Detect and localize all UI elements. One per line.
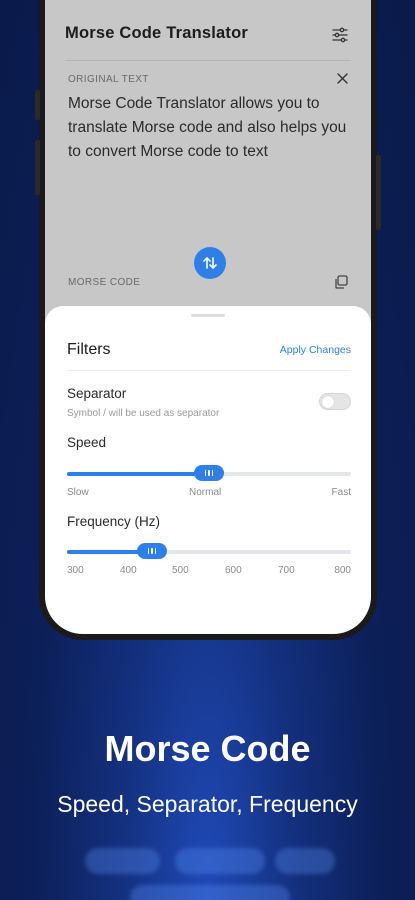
speed-slider-thumb[interactable]: [194, 465, 224, 481]
frequency-slider-thumb[interactable]: [137, 543, 168, 559]
speed-mark-fast: Fast: [331, 487, 351, 498]
frequency-tick-500: 500: [172, 565, 189, 576]
app-title: Morse Code Translator: [65, 24, 248, 42]
apply-changes-button[interactable]: Apply Changes: [280, 344, 351, 356]
morse-code-label: MORSE CODE: [68, 277, 141, 288]
decorative-glow: [175, 848, 265, 874]
speed-slider[interactable]: [67, 465, 351, 481]
frequency-tick-400: 400: [120, 565, 137, 576]
frequency-tick-300: 300: [67, 565, 84, 576]
phone-frame: Morse Code Translator ORIGINAL TEXT Mors…: [35, 0, 381, 640]
filters-sheet: Filters Apply Changes Separator Symbol /…: [45, 306, 371, 634]
close-icon[interactable]: [336, 72, 349, 85]
swap-icon: [203, 257, 217, 269]
speed-mark-slow: Slow: [67, 487, 89, 498]
original-text-label: ORIGINAL TEXT: [68, 74, 149, 85]
filter-settings-icon[interactable]: [331, 26, 349, 44]
decorative-glow: [275, 848, 335, 874]
frequency-tick-600: 600: [225, 565, 242, 576]
phone-button-left-1: [35, 90, 40, 120]
promo-subheadline: Speed, Separator, Frequency: [57, 791, 358, 817]
separator-hint: Symbol / will be used as separator: [67, 408, 220, 419]
promo-headline: Morse Code: [104, 728, 311, 769]
filters-divider: [67, 370, 351, 371]
original-text-input[interactable]: Morse Code Translator allows you to tran…: [68, 92, 358, 164]
frequency-slider[interactable]: [67, 543, 351, 559]
phone-button-right: [376, 155, 381, 230]
app-screen: Morse Code Translator ORIGINAL TEXT Mors…: [45, 0, 371, 634]
frequency-tick-800: 800: [334, 565, 351, 576]
frequency-label: Frequency (Hz): [67, 514, 161, 529]
separator-label: Separator: [67, 386, 127, 401]
decorative-glow: [130, 885, 290, 900]
translator-area: Morse Code Translator ORIGINAL TEXT Mors…: [45, 0, 371, 320]
speed-mark-normal: Normal: [189, 487, 222, 498]
header-divider: [65, 60, 351, 61]
speed-label: Speed: [67, 435, 107, 450]
sheet-handle[interactable]: [191, 314, 225, 317]
frequency-tick-700: 700: [278, 565, 295, 576]
speed-slider-fill: [67, 472, 209, 476]
decorative-glow: [85, 848, 160, 874]
toggle-knob: [322, 396, 334, 408]
swap-button[interactable]: [194, 247, 226, 279]
filters-title: Filters: [67, 341, 111, 358]
copy-icon[interactable]: [333, 274, 349, 290]
phone-button-left-2: [35, 140, 40, 195]
separator-toggle[interactable]: [319, 393, 351, 410]
